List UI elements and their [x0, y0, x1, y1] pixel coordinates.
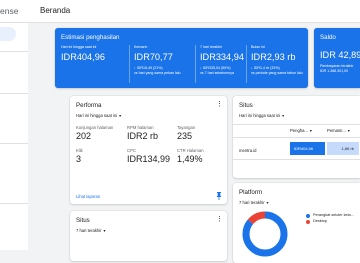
pin-icon[interactable]	[216, 192, 222, 200]
earnings-change-yesterday: ↑ IDR15,49 (21%)	[134, 66, 163, 70]
earnings-title: Estimasi penghasilan	[61, 34, 120, 41]
site-name[interactable]: mentra.id	[239, 148, 256, 153]
product-name: ense	[0, 6, 19, 16]
divider	[233, 159, 360, 160]
performance-title: Performa	[76, 102, 102, 109]
balance-title: Saldo	[320, 34, 336, 41]
earnings-compare-7days: vs 7 hari sebelumnya	[200, 71, 234, 75]
metric-label-cpc: CPC	[127, 148, 136, 153]
metric-value-cpc: IDR134,99	[127, 154, 171, 164]
metric-value-pageviews: 202	[76, 131, 92, 141]
views-bar-value: 1,66 rb	[341, 146, 354, 151]
metric-label-clicks: Klik	[76, 148, 83, 153]
sidebar-divider	[0, 143, 28, 144]
sites-7days-title: Situs	[76, 217, 90, 224]
metric-value-page-ctr: 1,49%	[177, 154, 203, 164]
sidebar	[0, 23, 28, 250]
earnings-label-month: Bulan ini	[251, 45, 265, 49]
earnings-change-7days: ↓ IDR335,04 (50%)	[200, 66, 231, 70]
platform-donut-chart	[242, 211, 288, 257]
sites-card: Situs Hari ini hingga saat ini ▼ Pengha.…	[233, 96, 360, 178]
performance-card: Performa ⋮ Hari ini hingga saat ini ▼ Ku…	[70, 96, 227, 204]
divider	[233, 124, 360, 125]
more-options-icon[interactable]: ⋮	[216, 216, 223, 223]
legend-swatch-mobile	[306, 214, 310, 218]
earnings-label-7days: 7 hari terakhir	[200, 45, 222, 49]
earnings-card[interactable]: Estimasi penghasilan Hari ini hingga saa…	[55, 28, 308, 88]
last-payment-label: Pembayaran terakhir	[320, 64, 354, 68]
earnings-value-today: IDR404,96	[61, 52, 105, 62]
legend-label-mobile: Perangkat seluler kela...	[313, 213, 354, 217]
sidebar-item-home[interactable]	[0, 27, 16, 41]
legend-swatch-desktop	[306, 220, 310, 224]
metric-label-impressions: Tayangan	[177, 125, 196, 130]
sidebar-divider	[0, 93, 28, 94]
earnings-label-today: Hari ini hingga saat ini	[61, 45, 97, 49]
earnings-compare-month: vs periode yang sama tahun lalu	[251, 71, 303, 75]
metric-label-page-ctr: CTR Halaman	[177, 148, 204, 153]
platform-card: Platform 7 hari terakhir ▼ Perangkat sel…	[233, 183, 360, 263]
earnings-compare-yesterday: vs hari yang sama pekan lalu	[134, 71, 181, 75]
sidebar-divider	[0, 51, 28, 52]
date-range-dropdown[interactable]: Hari ini hingga saat ini ▼	[76, 113, 122, 118]
platform-date-range-dropdown[interactable]: 7 hari terakhir ▼	[239, 200, 269, 205]
metric-value-clicks: 3	[76, 154, 82, 164]
column-divider	[129, 45, 130, 83]
divider	[233, 137, 360, 138]
earnings-bar-value: IDR404,96	[294, 146, 314, 151]
column-divider	[246, 45, 247, 83]
sidebar-divider	[0, 203, 28, 204]
top-bar: ense Beranda	[0, 0, 360, 23]
sites-card-7days: Situs ⋮ 7 hari terakhir ▼	[70, 211, 227, 261]
column-header-views[interactable]: Pemasn... ▼	[327, 128, 351, 133]
nav-home[interactable]: Beranda	[40, 6, 70, 15]
earnings-value-yesterday: IDR70,77	[134, 52, 173, 62]
platform-title: Platform	[239, 189, 263, 196]
sites-date-range-dropdown[interactable]: Hari ini hingga saat ini ▼	[239, 113, 285, 118]
legend-label-desktop: Desktop	[313, 219, 327, 223]
sites-7days-range-dropdown[interactable]: 7 hari terakhir ▼	[76, 228, 106, 233]
views-bar: 1,66 rb	[327, 142, 359, 155]
last-payment-value: IDR 1.388.301,00	[320, 69, 349, 73]
column-header-earnings[interactable]: Pengha... ▼	[290, 128, 313, 133]
balance-value: IDR 42,89	[320, 50, 360, 60]
view-report-link[interactable]: Lihat laporan	[76, 194, 100, 199]
earnings-label-yesterday: Kemarin	[134, 45, 148, 49]
earnings-value-month: IDR2,93 rb	[251, 52, 296, 62]
metric-label-page-rpm: RPM halaman	[127, 125, 154, 130]
earnings-change-month: ↓ IDR1,4 rb (33%)	[251, 66, 280, 70]
metric-value-impressions: 235	[177, 131, 193, 141]
metric-value-page-rpm: IDR2 rb	[127, 131, 159, 141]
earnings-value-7days: IDR334,94	[200, 52, 244, 62]
sites-title: Situs	[239, 102, 253, 109]
balance-card[interactable]: Saldo IDR 42,89 Pembayaran terakhir IDR …	[314, 28, 360, 88]
column-divider	[195, 45, 196, 83]
metric-label-pageviews: Kunjungan halaman	[76, 125, 114, 130]
more-options-icon[interactable]: ⋮	[216, 101, 223, 108]
earnings-bar: IDR404,96	[290, 142, 325, 155]
